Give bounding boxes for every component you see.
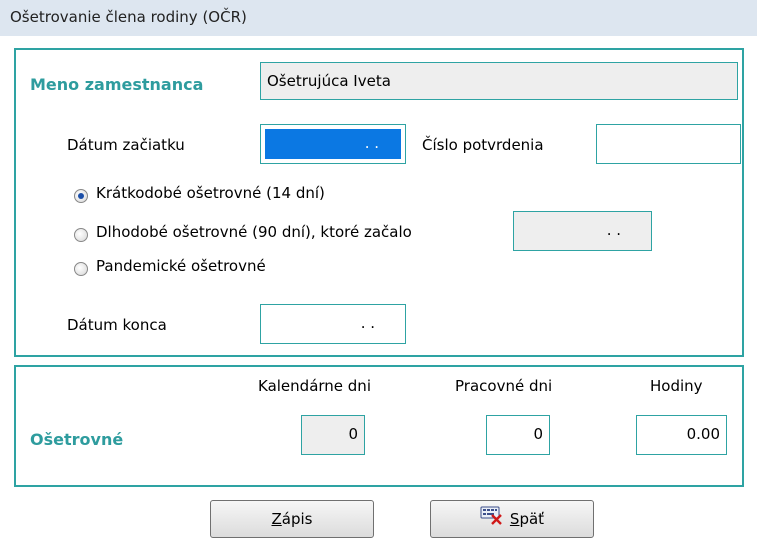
column-calendar-days: Kalendárne dni (258, 377, 371, 395)
confirmation-number-label: Číslo potvrdenia (422, 136, 544, 154)
column-hours: Hodiny (650, 377, 703, 395)
working-days-value: 0 (533, 425, 543, 443)
hours-value: 0.00 (686, 425, 720, 443)
confirmation-number-field[interactable] (596, 124, 741, 164)
calendar-days-value: 0 (348, 425, 358, 443)
start-date-field[interactable]: . . (260, 124, 406, 164)
window-title: Ošetrovanie člena rodiny (OČR) (10, 8, 247, 26)
hours-field[interactable]: 0.00 (636, 415, 727, 455)
start-date-label: Dátum začiatku (67, 136, 185, 154)
save-button[interactable]: Zápis (210, 500, 374, 538)
save-button-hotkey: Z (271, 510, 282, 528)
employee-label: Meno zamestnanca (30, 75, 204, 94)
option-pandemic-label: Pandemické ošetrovné (96, 257, 266, 275)
working-days-field[interactable]: 0 (486, 415, 550, 455)
long-term-start-date-field[interactable]: . . (513, 211, 652, 251)
employee-name-field[interactable]: Ošetrujúca Iveta (260, 62, 738, 100)
long-term-start-date-value: . . (606, 221, 621, 239)
summary-panel (14, 365, 744, 487)
radio-short-term[interactable] (74, 189, 88, 203)
option-short-term-label: Krátkodobé ošetrovné (14 dní) (96, 184, 325, 202)
start-date-value: . . (265, 129, 401, 159)
employee-name-value: Ošetrujúca Iveta (267, 72, 391, 90)
save-button-label: ápis (281, 510, 313, 528)
back-button-label: päť (519, 510, 545, 528)
back-button[interactable]: Späť (430, 500, 594, 538)
option-long-term-label: Dlhodobé ošetrovné (90 dní), ktoré začal… (96, 223, 412, 241)
end-date-field[interactable]: . . (260, 304, 406, 344)
calendar-days-field[interactable]: 0 (301, 415, 365, 455)
summary-row-label: Ošetrovné (30, 430, 124, 449)
end-date-value: . . (360, 314, 375, 332)
column-working-days: Pracovné dni (455, 377, 553, 395)
radio-long-term[interactable] (74, 228, 88, 242)
end-date-label: Dátum konca (67, 316, 167, 334)
keyboard-cancel-icon (480, 502, 504, 538)
window-titlebar: Ošetrovanie člena rodiny (OČR) (0, 0, 757, 36)
radio-pandemic[interactable] (74, 262, 88, 276)
